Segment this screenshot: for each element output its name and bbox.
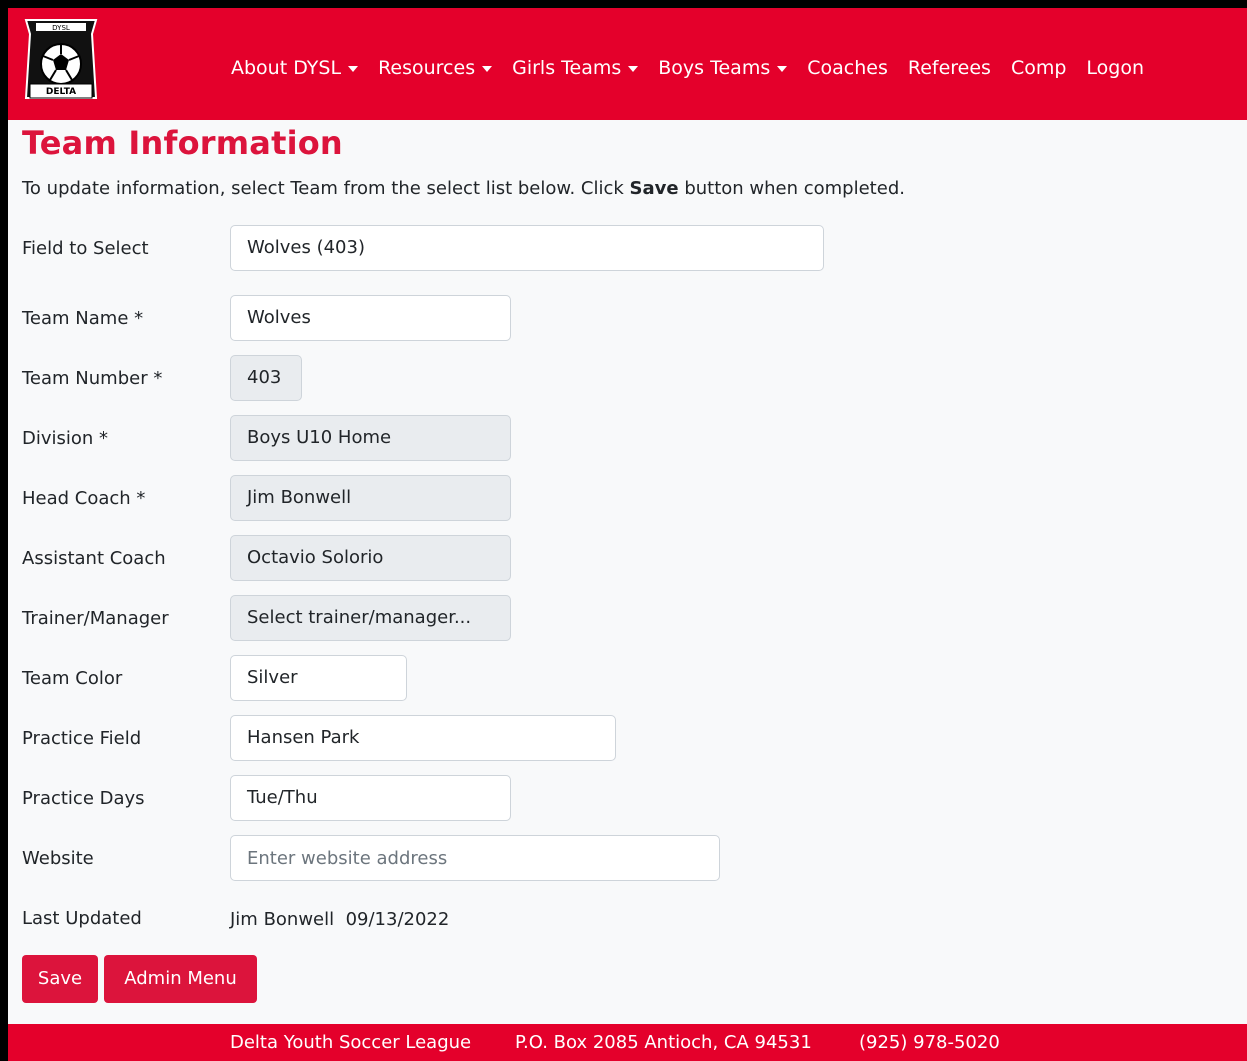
nav-label: About DYSL [231, 57, 342, 79]
head-coach-select: Jim Bonwell [230, 475, 511, 521]
nav-label: Girls Teams [512, 57, 622, 79]
svg-text:DELTA: DELTA [46, 87, 76, 97]
intro-text: To update information, select Team from … [22, 178, 905, 199]
division-label: Division * [22, 428, 109, 449]
team-color-label: Team Color [22, 668, 123, 689]
nav-label: Boys Teams [658, 57, 771, 79]
intro-bold: Save [629, 178, 679, 199]
nav-boys-teams[interactable]: Boys Teams [658, 57, 788, 79]
chevron-down-icon [482, 66, 493, 72]
footer: Delta Youth Soccer League P.O. Box 2085 … [8, 1024, 1247, 1061]
team-name-input[interactable]: Wolves [230, 295, 511, 341]
intro-after: button when completed. [678, 178, 905, 199]
team-number-label: Team Number * [22, 368, 163, 389]
footer-address: P.O. Box 2085 Antioch, CA 94531 [515, 1032, 812, 1053]
nav-comp[interactable]: Comp [1011, 57, 1066, 79]
field-to-select-dropdown[interactable]: Wolves (403) [230, 225, 824, 271]
admin-menu-button[interactable]: Admin Menu [104, 955, 257, 1003]
practice-days-label: Practice Days [22, 788, 145, 809]
last-updated-label: Last Updated [22, 908, 142, 929]
website-input[interactable] [230, 835, 720, 881]
footer-phone: (925) 978-5020 [859, 1032, 1000, 1053]
main-nav: About DYSL Resources Girls Teams Boys Te… [231, 57, 1164, 79]
nav-resources[interactable]: Resources [378, 57, 493, 79]
nav-label: Coaches [807, 57, 888, 79]
division-select: Boys U10 Home [230, 415, 511, 461]
field-to-select-label: Field to Select [22, 238, 149, 259]
practice-field-input[interactable]: Hansen Park [230, 715, 616, 761]
trainer-manager-label: Trainer/Manager [22, 608, 169, 629]
nav-label: Logon [1086, 57, 1145, 79]
intro-before: To update information, select Team from … [22, 178, 630, 199]
team-number-input: 403 [230, 355, 302, 401]
page-title: Team Information [22, 124, 343, 162]
assistant-coach-label: Assistant Coach [22, 548, 166, 569]
nav-label: Comp [1010, 57, 1067, 79]
page: DYSL DELTA About DYSL Resources Girls Te… [8, 8, 1247, 1061]
team-color-input[interactable]: Silver [230, 655, 407, 701]
chevron-down-icon [348, 66, 359, 72]
team-name-label: Team Name * [22, 308, 144, 329]
chevron-down-icon [777, 66, 788, 72]
nav-referees[interactable]: Referees [908, 57, 991, 79]
navbar: DYSL DELTA About DYSL Resources Girls Te… [8, 8, 1247, 120]
footer-league: Delta Youth Soccer League [230, 1032, 472, 1053]
head-coach-label: Head Coach * [22, 488, 146, 509]
nav-girls-teams[interactable]: Girls Teams [512, 57, 639, 79]
assistant-coach-select: Octavio Solorio [230, 535, 511, 581]
svg-text:DYSL: DYSL [52, 24, 70, 32]
nav-label: Referees [907, 57, 991, 79]
last-updated-value: Jim Bonwell 09/13/2022 [230, 909, 450, 930]
save-button[interactable]: Save [22, 955, 98, 1003]
nav-coaches[interactable]: Coaches [807, 57, 888, 79]
website-label: Website [22, 848, 94, 869]
chevron-down-icon [628, 66, 639, 72]
dysl-logo[interactable]: DYSL DELTA [22, 14, 100, 108]
practice-days-input[interactable]: Tue/Thu [230, 775, 511, 821]
trainer-manager-select: Select trainer/manager... [230, 595, 511, 641]
nav-label: Resources [378, 57, 476, 79]
practice-field-label: Practice Field [22, 728, 142, 749]
nav-about-dysl[interactable]: About DYSL [231, 57, 359, 79]
nav-logon[interactable]: Logon [1086, 57, 1144, 79]
